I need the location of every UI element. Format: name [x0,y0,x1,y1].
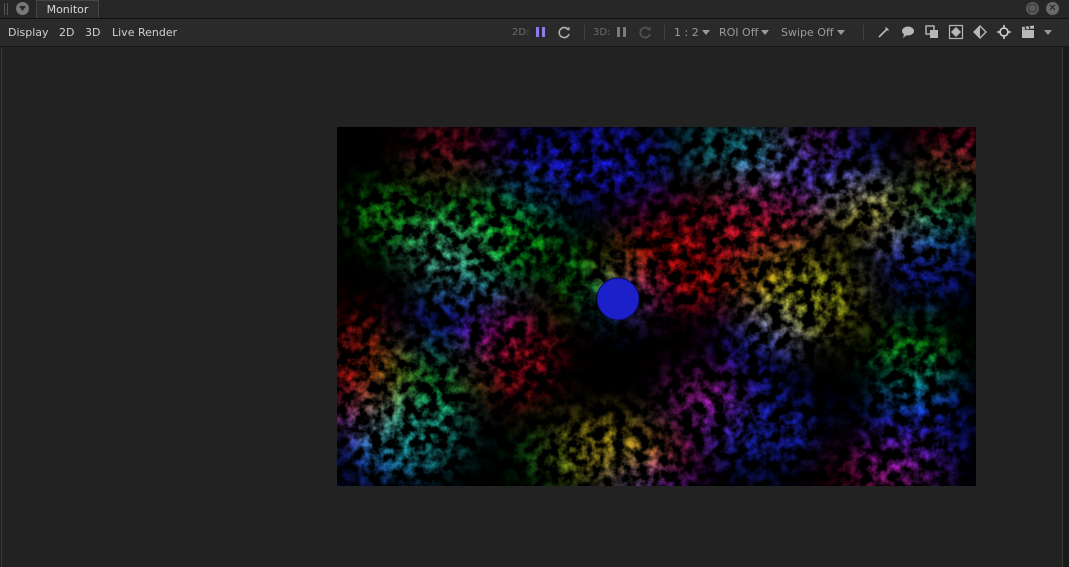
roi-dropdown[interactable]: ROI Off [719,19,770,46]
chevron-down-icon [836,30,845,35]
scrollbar-track[interactable] [1063,47,1069,567]
compare-icon[interactable] [972,24,988,40]
menu-3d[interactable]: 3D [85,19,100,46]
zoom-value: 1 : 2 [674,26,699,39]
pause-2d-icon[interactable] [533,24,549,40]
pause-3d-icon[interactable] [614,24,630,40]
chevron-down-icon[interactable] [1040,24,1052,40]
chevron-down-icon [761,30,770,35]
swipe-dropdown[interactable]: Swipe Off [781,19,845,46]
monitor-toolbar: Display 2D 3D Live Render 2D: 3D: 1 : 2 … [0,19,1069,47]
chevron-down-icon [701,30,710,35]
menu-display[interactable]: Display [8,19,49,46]
rendered-image[interactable] [337,127,976,486]
menu-2d[interactable]: 2D [59,19,74,46]
eyedropper-icon[interactable] [876,24,892,40]
label-2d: 2D: [512,27,530,38]
refresh-2d-icon[interactable] [556,24,572,40]
panel-menu-icon[interactable] [16,2,29,15]
maximize-icon[interactable]: ▢ [1026,2,1039,15]
comment-icon[interactable] [900,24,916,40]
grip-handle-icon[interactable] [4,3,8,15]
swipe-value: Swipe Off [781,26,834,39]
safe-frame-icon[interactable] [948,24,964,40]
crosshair-icon[interactable] [996,24,1012,40]
menu-live-render[interactable]: Live Render [112,19,177,46]
zoom-dropdown[interactable]: 1 : 2 [674,19,710,46]
tab-monitor[interactable]: Monitor [36,0,99,18]
overlay-icon[interactable] [924,24,940,40]
clapperboard-icon[interactable] [1020,24,1036,40]
label-3d: 3D: [593,27,611,38]
refresh-3d-icon[interactable] [637,24,653,40]
roi-value: ROI Off [719,26,759,39]
close-icon[interactable]: ✕ [1046,2,1059,15]
panel-tab-bar: Monitor ▢ ✕ [0,0,1069,19]
